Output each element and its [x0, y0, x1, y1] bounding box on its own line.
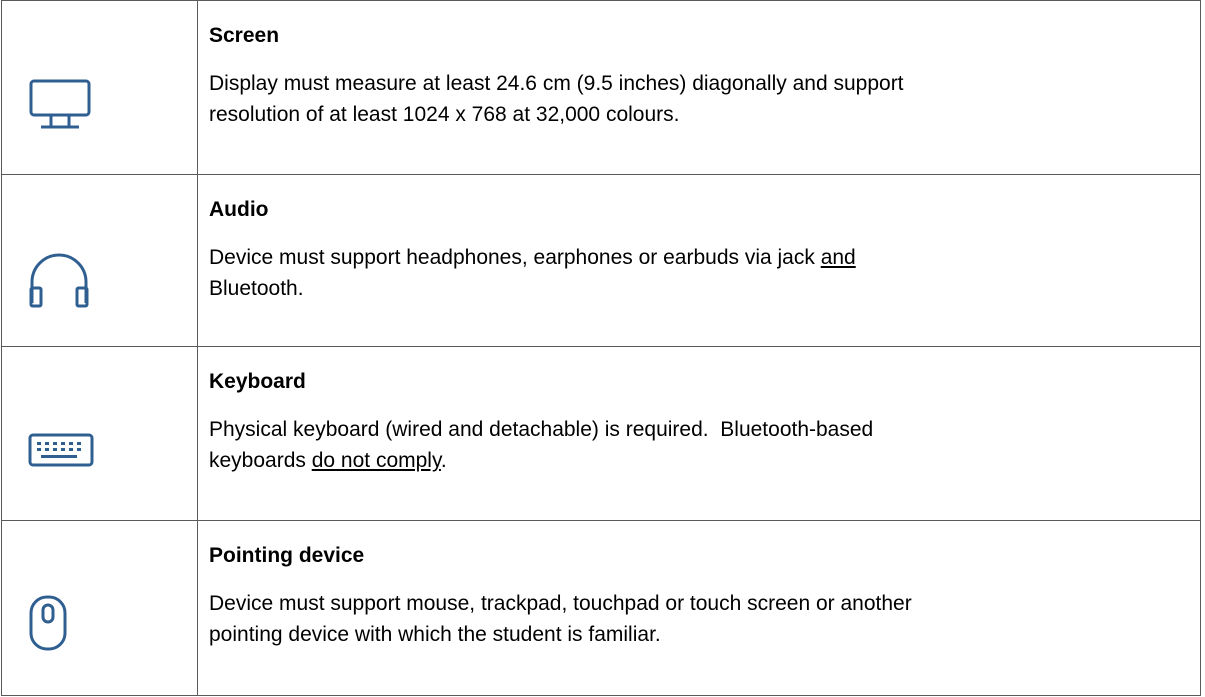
description-line: resolution of at least 1024 x 768 at 32,…	[209, 103, 680, 126]
table-row: Audio Device must support headphones, ea…	[2, 175, 1200, 347]
icon-cell	[2, 347, 198, 520]
row-description: Display must measure at least 24.6 cm (9…	[209, 68, 1190, 130]
description-text: Device must support headphones, earphone…	[209, 246, 821, 269]
description-text: Bluetooth.	[209, 277, 304, 300]
description-text: keyboards	[209, 449, 312, 472]
description-text: Physical keyboard (wired and detachable)…	[209, 418, 874, 441]
row-title: Keyboard	[209, 370, 306, 393]
row-title: Audio	[209, 198, 269, 221]
icon-cell	[2, 175, 198, 346]
row-title: Pointing device	[209, 544, 365, 567]
monitor-icon	[29, 79, 91, 129]
description-line: Display must measure at least 24.6 cm (9…	[209, 72, 904, 95]
requirements-table: Screen Display must measure at least 24.…	[1, 0, 1201, 696]
text-cell: Keyboard Physical keyboard (wired and de…	[198, 347, 1200, 520]
text-cell: Pointing device Device must support mous…	[198, 521, 1200, 695]
underlined-text: do not comply	[311, 449, 441, 472]
text-cell: Audio Device must support headphones, ea…	[198, 175, 1200, 346]
description-line: Device must support mouse, trackpad, tou…	[209, 592, 912, 615]
mouse-icon	[29, 595, 67, 651]
text-cell: Screen Display must measure at least 24.…	[198, 1, 1200, 174]
description-text: .	[440, 449, 447, 472]
row-description: Device must support mouse, trackpad, tou…	[209, 588, 1190, 650]
row-title: Screen	[209, 24, 280, 47]
icon-cell	[2, 1, 198, 174]
keyboard-icon	[28, 433, 94, 467]
headphones-icon	[29, 253, 89, 308]
description-line: pointing device with which the student i…	[209, 623, 661, 646]
table-row: Screen Display must measure at least 24.…	[2, 1, 1200, 175]
underlined-text: and	[820, 246, 856, 269]
table-row: Keyboard Physical keyboard (wired and de…	[2, 347, 1200, 521]
row-description: Physical keyboard (wired and detachable)…	[209, 414, 1190, 476]
table-row: Pointing device Device must support mous…	[2, 521, 1200, 695]
row-description: Device must support headphones, earphone…	[209, 242, 1190, 304]
icon-cell	[2, 521, 198, 695]
